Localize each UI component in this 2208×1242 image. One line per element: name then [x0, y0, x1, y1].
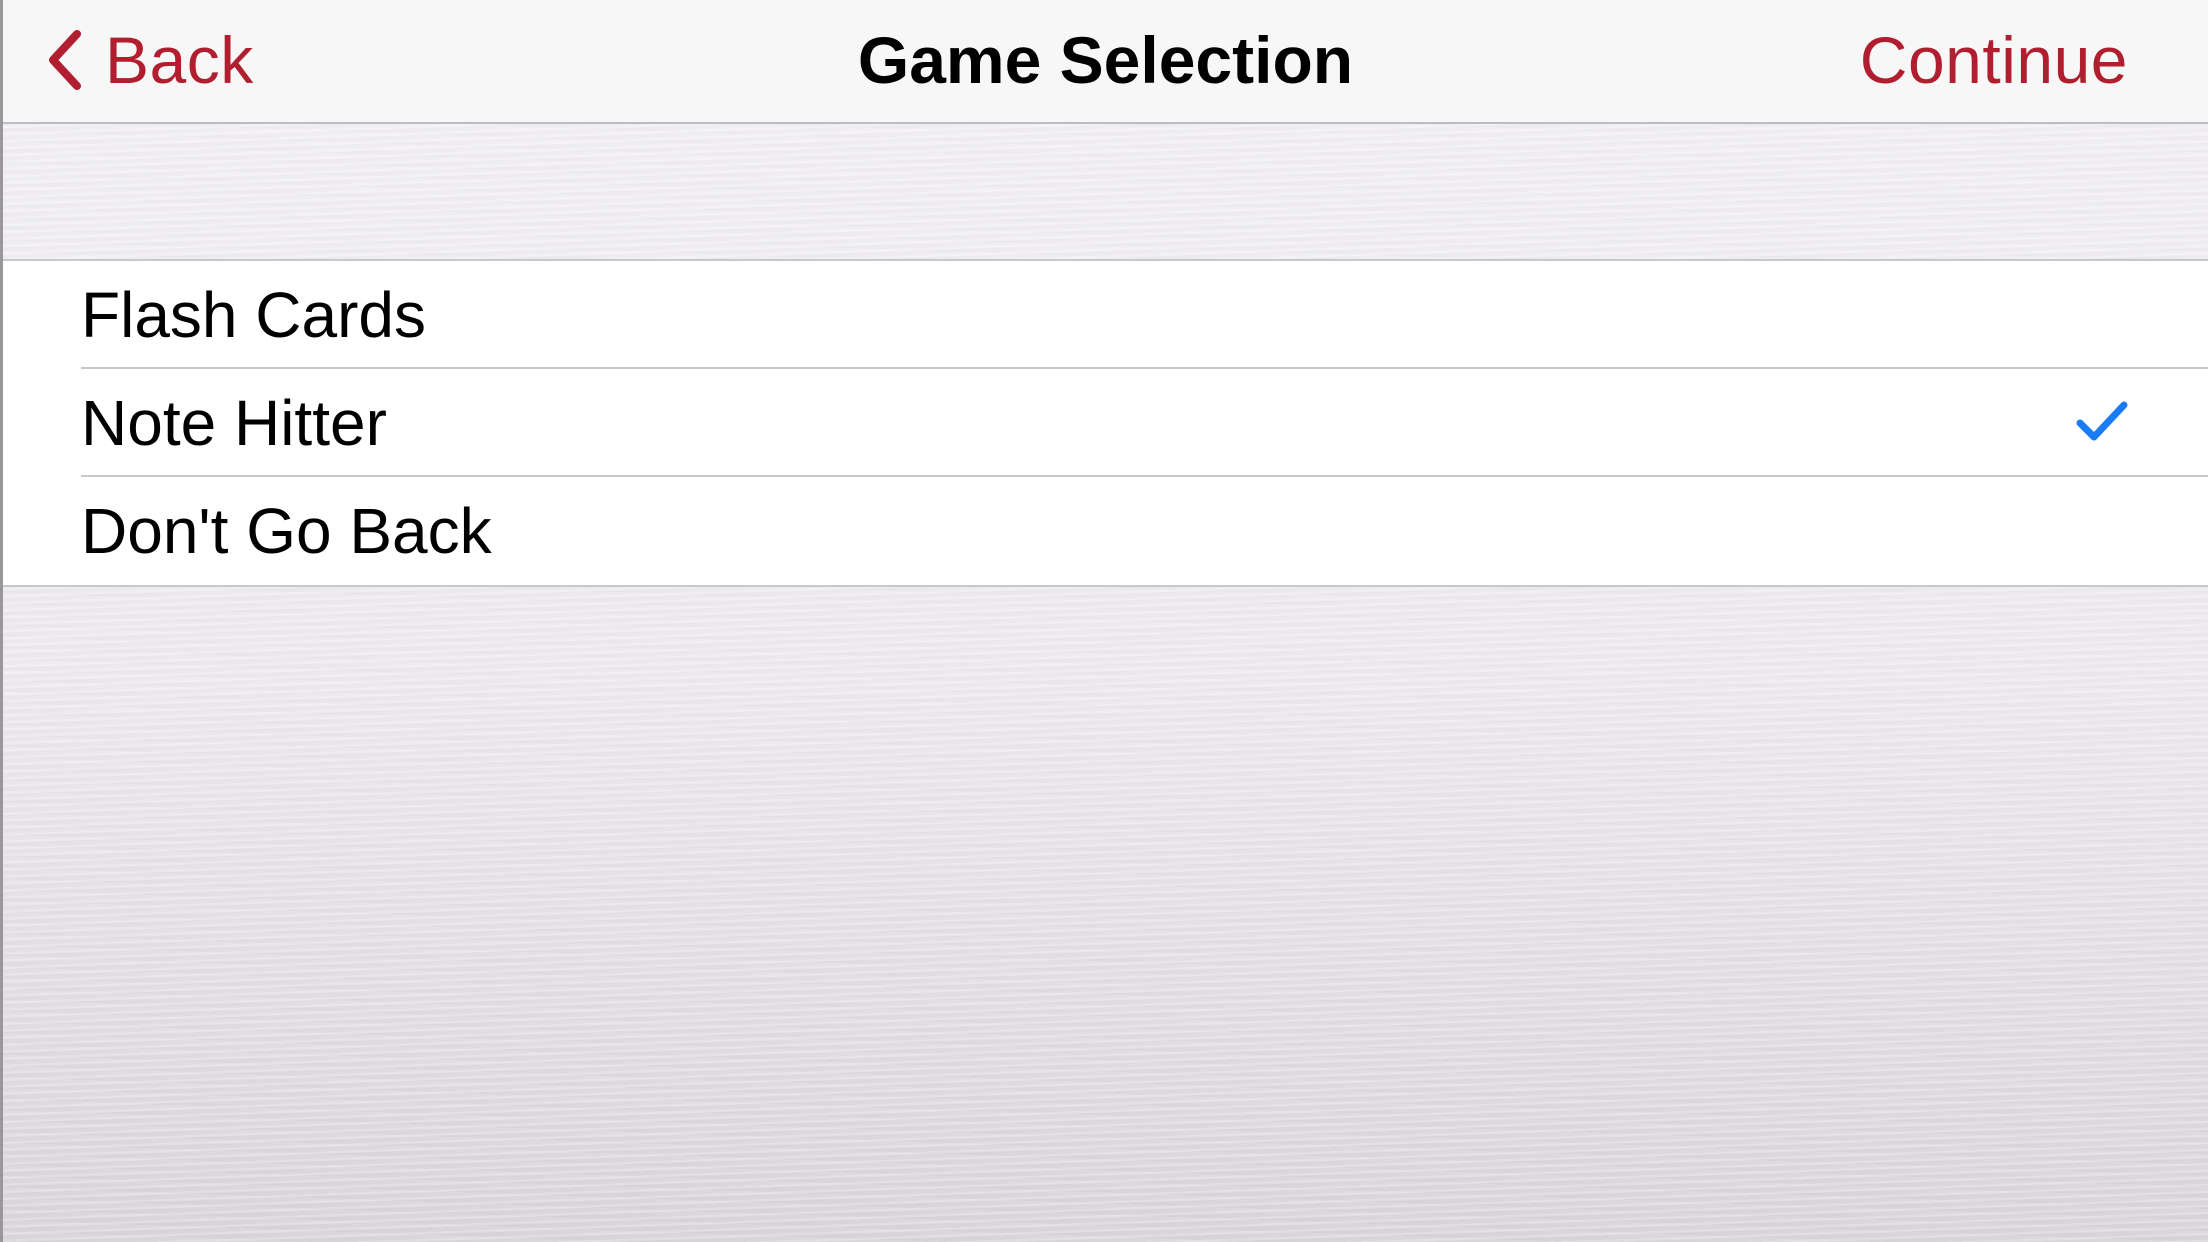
game-list: Flash Cards Note Hitter Don't Go Back	[3, 259, 2208, 587]
list-item-note-hitter[interactable]: Note Hitter	[3, 369, 2208, 477]
list-item-label: Don't Go Back	[81, 495, 492, 567]
list-item-flash-cards[interactable]: Flash Cards	[3, 261, 2208, 369]
list-item-label: Flash Cards	[81, 279, 426, 351]
back-button[interactable]: Back	[47, 14, 254, 106]
left-edge-divider	[0, 0, 3, 1242]
chevron-left-icon	[47, 30, 83, 90]
checkmark-icon	[2076, 399, 2128, 445]
list-item-dont-go-back[interactable]: Don't Go Back	[3, 477, 2208, 585]
back-label: Back	[105, 23, 254, 97]
list-item-label: Note Hitter	[81, 387, 387, 459]
background-texture	[0, 0, 2208, 1242]
navigation-bar: Back Game Selection Continue	[3, 0, 2208, 124]
continue-button[interactable]: Continue	[1860, 14, 2128, 106]
